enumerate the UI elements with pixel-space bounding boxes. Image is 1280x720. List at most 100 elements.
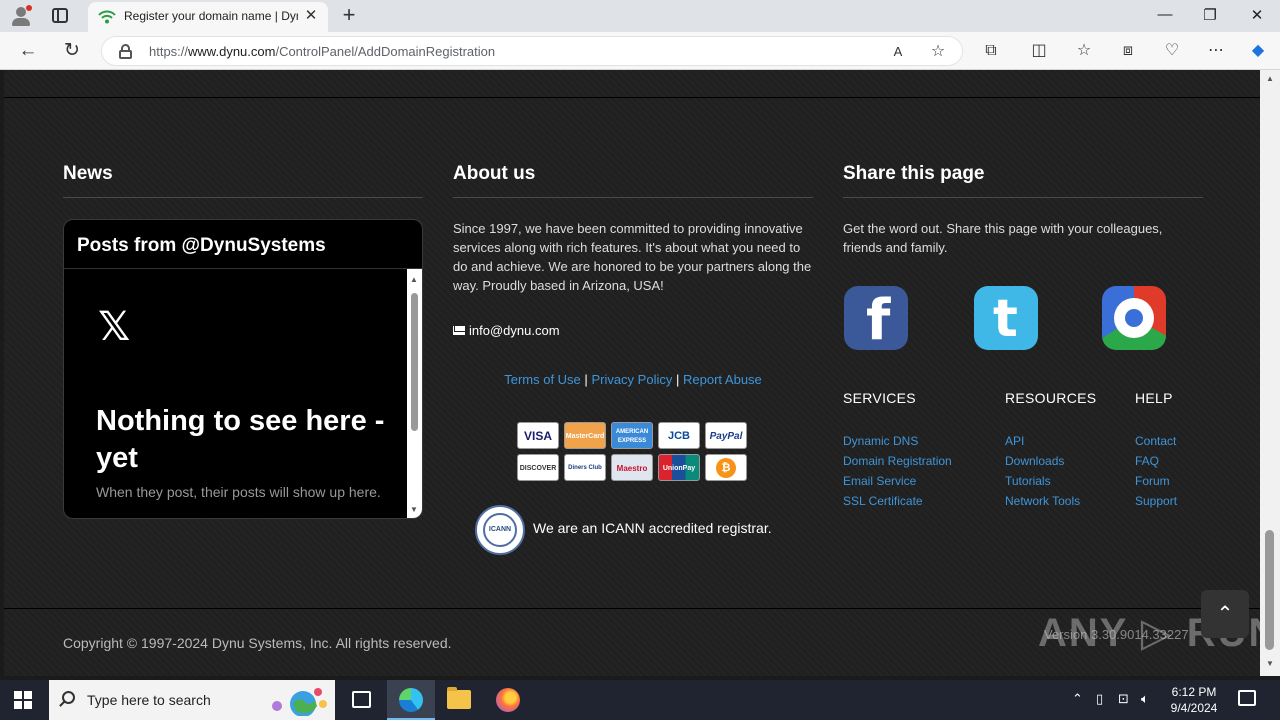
privacy-policy-link[interactable]: Privacy Policy (591, 372, 672, 387)
lock-icon[interactable] (119, 44, 132, 59)
about-heading: About us (453, 163, 536, 184)
page-footer: News Posts from @DynuSystems 𝕏 Nothing t… (4, 70, 1277, 676)
contact-link[interactable]: Contact (1135, 431, 1177, 451)
twitter-timeline-widget[interactable]: Posts from @DynuSystems 𝕏 Nothing to see… (63, 219, 423, 519)
widget-scrollbar[interactable]: ▲ ▼ (407, 269, 422, 518)
tab-actions-icon[interactable] (52, 8, 68, 23)
faq-link[interactable]: FAQ (1135, 451, 1177, 471)
divider (4, 97, 1260, 98)
scroll-up-icon[interactable]: ▲ (1266, 74, 1274, 83)
google-icon[interactable] (1102, 286, 1166, 350)
about-text: Since 1997, we have been committed to pr… (453, 221, 812, 293)
url-input[interactable]: https://www.dynu.com/ControlPanel/AddDom… (101, 36, 963, 66)
read-aloud-icon[interactable]: A (888, 42, 908, 62)
browser-tab-active[interactable]: Register your domain name | Dynu ✕ (88, 2, 328, 32)
split-screen-icon[interactable]: ◫ (1029, 41, 1049, 61)
url-text: https://www.dynu.com/ControlPanel/AddDom… (149, 44, 496, 59)
clock-date: 9/4/2024 (1170, 701, 1218, 715)
help-links: Contact FAQ Forum Support (1135, 431, 1177, 511)
search-icon (62, 691, 75, 704)
notification-icon[interactable] (1238, 690, 1256, 706)
dynamic-dns-link[interactable]: Dynamic DNS (843, 431, 952, 451)
volume-icon[interactable]: 🔈︎ (1141, 691, 1149, 707)
share-heading: Share this page (843, 163, 985, 184)
divider (843, 197, 1203, 198)
news-heading: News (63, 163, 113, 184)
new-tab-button[interactable]: + (338, 4, 360, 26)
scroll-thumb[interactable] (1265, 530, 1274, 650)
envelope-icon (453, 326, 465, 335)
ssl-certificate-link[interactable]: SSL Certificate (843, 491, 952, 511)
amex-card-icon: AMERICAN EXPRESS (611, 422, 653, 449)
empty-state-text: When they post, their posts will show up… (96, 484, 381, 500)
copilot-icon[interactable]: ◆ (1248, 41, 1268, 61)
policy-links: Terms of Use | Privacy Policy | Report A… (504, 372, 762, 387)
more-menu-icon[interactable]: ⋯ (1206, 41, 1226, 61)
taskbar-search-box[interactable]: Type here to search (49, 680, 335, 720)
scroll-thumb[interactable] (411, 293, 418, 431)
downloads-link[interactable]: Downloads (1005, 451, 1080, 471)
unionpay-card-icon: UnionPay (658, 454, 700, 481)
copyright-text: Copyright © 1997-2024 Dynu Systems, Inc.… (63, 635, 452, 651)
minimize-button[interactable]: — (1155, 6, 1175, 23)
jcb-card-icon: JCB (658, 422, 700, 449)
visa-card-icon: VISA (517, 422, 559, 449)
close-window-button[interactable]: ✕ (1247, 6, 1267, 24)
discover-card-icon: DISCOVER (517, 454, 559, 481)
maestro-card-icon: Maestro (611, 454, 653, 481)
scroll-down-icon[interactable]: ▼ (1266, 659, 1274, 668)
icann-accreditation-text: We are an ICANN accredited registrar. (533, 520, 772, 536)
domain-registration-link[interactable]: Domain Registration (843, 451, 952, 471)
extensions-icon[interactable]: ⧉ (981, 41, 1001, 61)
paypal-icon: PayPal (705, 422, 747, 449)
network-icon[interactable]: ⊡ (1118, 691, 1129, 707)
maximize-button[interactable]: ❐ (1200, 6, 1220, 24)
facebook-icon[interactable]: f (844, 286, 908, 353)
system-clock[interactable]: 6:12 PM 9/4/2024 (1160, 684, 1228, 716)
support-link[interactable]: Support (1135, 491, 1177, 511)
forum-link[interactable]: Forum (1135, 471, 1177, 491)
refresh-icon[interactable]: ↻ (61, 40, 83, 62)
divider (4, 608, 1260, 609)
network-tools-link[interactable]: Network Tools (1005, 491, 1080, 511)
mastercard-icon: MasterCard (564, 422, 606, 449)
email-service-link[interactable]: Email Service (843, 471, 952, 491)
site-favicon-icon (98, 10, 116, 24)
twitter-icon[interactable]: t (974, 286, 1038, 350)
battery-icon[interactable]: ▯ (1096, 691, 1103, 707)
address-toolbar: ← ↻ https://www.dynu.com/ControlPanel/Ad… (0, 32, 1280, 70)
email-link[interactable]: info@dynu.com (469, 323, 560, 338)
report-abuse-link[interactable]: Report Abuse (683, 372, 762, 387)
divider (453, 197, 813, 198)
terms-of-use-link[interactable]: Terms of Use (504, 372, 581, 387)
tab-close-icon[interactable]: ✕ (302, 7, 320, 25)
collections-icon[interactable]: ⧈ (1118, 41, 1138, 61)
help-heading: HELP (1135, 390, 1173, 406)
divider (63, 197, 423, 198)
search-highlight-icon (272, 688, 327, 716)
scroll-up-icon[interactable]: ▲ (410, 275, 418, 284)
scroll-down-icon[interactable]: ▼ (410, 505, 418, 514)
back-arrow-icon[interactable]: ← (17, 40, 39, 62)
page-scrollbar[interactable]: ▲ ▼ (1260, 70, 1280, 676)
file-explorer-icon[interactable] (435, 680, 483, 720)
browser-essentials-icon[interactable]: ♡ (1162, 41, 1182, 61)
search-placeholder: Type here to search (87, 692, 211, 708)
widget-title: Posts from @DynuSystems (77, 235, 326, 256)
x-logo-icon: 𝕏 (98, 304, 131, 350)
tutorials-link[interactable]: Tutorials (1005, 471, 1080, 491)
api-link[interactable]: API (1005, 431, 1080, 451)
favorites-icon[interactable]: ☆ (1074, 41, 1094, 61)
diners-club-icon: Diners Club (564, 454, 606, 481)
task-view-icon[interactable] (338, 680, 386, 720)
windows-start-icon[interactable] (14, 691, 32, 709)
firefox-icon[interactable] (484, 680, 532, 720)
profile-icon[interactable] (9, 5, 33, 27)
edge-taskbar-icon[interactable] (387, 680, 435, 720)
back-to-top-button[interactable]: ⌃ (1201, 590, 1249, 638)
icann-logo: ICANN (475, 505, 525, 555)
favorite-star-icon[interactable]: ☆ (928, 42, 948, 62)
email-contact[interactable]: info@dynu.com (453, 323, 560, 338)
widget-header: Posts from @DynuSystems (64, 220, 422, 269)
show-hidden-icons-chevron-icon[interactable]: ⌃ (1072, 691, 1083, 707)
